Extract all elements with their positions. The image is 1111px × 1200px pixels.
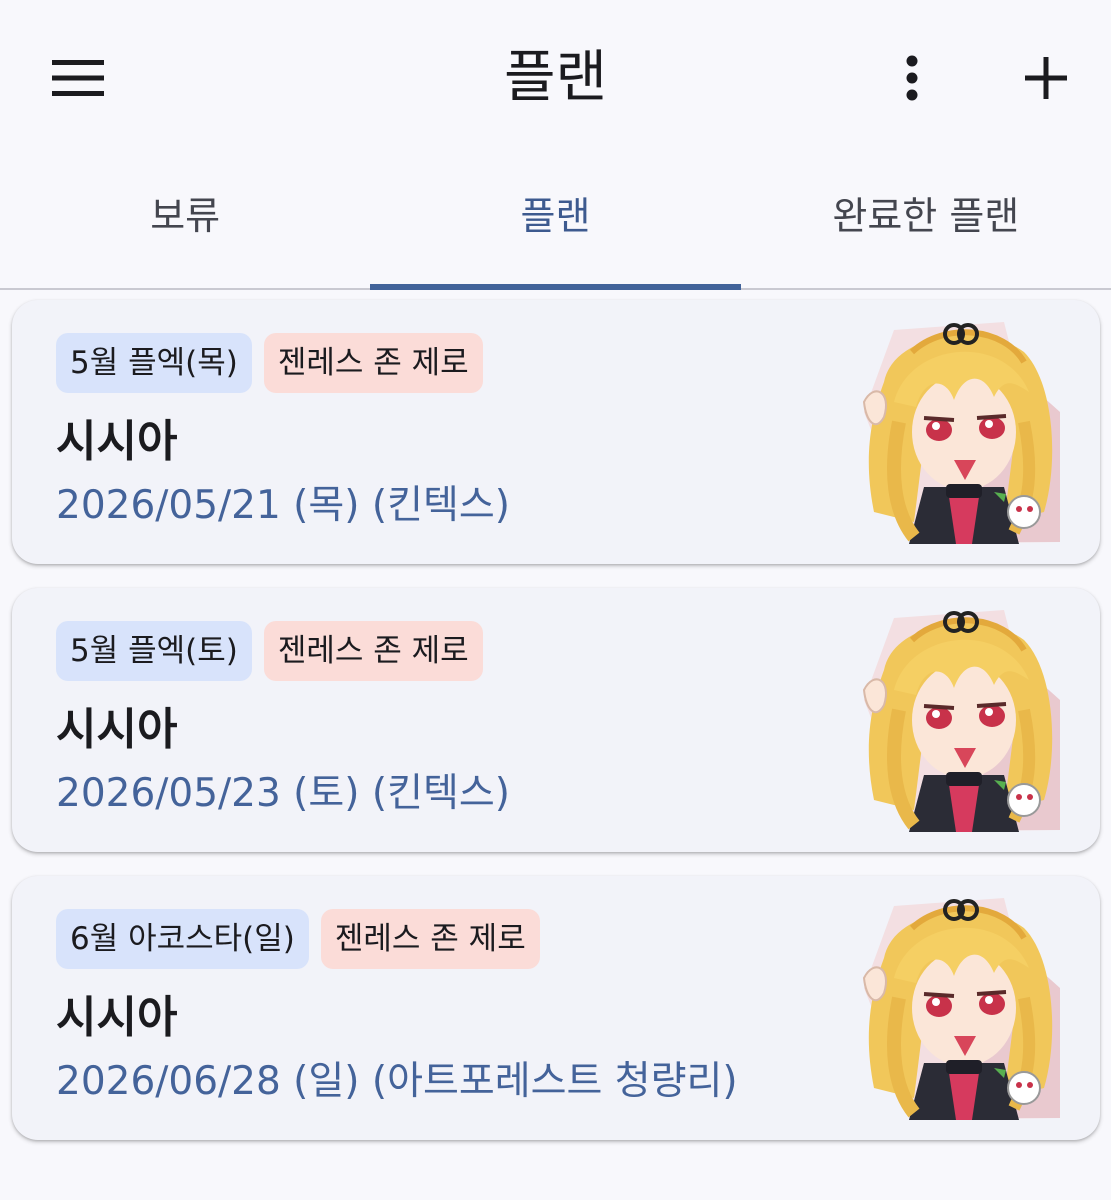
tag-row: 5월 플엑(목) 젠레스 존 제로 (56, 333, 483, 393)
tag-row: 5월 플엑(토) 젠레스 존 제로 (56, 621, 483, 681)
game-tag-chip: 젠레스 존 제로 (263, 333, 483, 393)
add-plan-button[interactable] (1010, 46, 1082, 110)
plan-card[interactable]: 6월 아코스타(일) 젠레스 존 제로 시시아 2026/06/28 (일) (… (12, 876, 1100, 1140)
tab-plans[interactable]: 플랜 (370, 160, 741, 290)
plan-list: 5월 플엑(목) 젠레스 존 제로 시시아 2026/05/21 (목) (킨텍… (12, 300, 1100, 1164)
more-vertical-icon (906, 55, 918, 101)
tab-label: 완료한 플랜 (832, 194, 1020, 238)
character-name: 시시아 (56, 704, 178, 755)
more-options-button[interactable] (880, 46, 944, 110)
character-thumbnail (854, 322, 1060, 544)
plan-date: 2026/05/23 (토) (킨텍스) (56, 771, 510, 816)
plan-date: 2026/06/28 (일) (아트포레스트 청량리) (56, 1059, 738, 1104)
plan-card[interactable]: 5월 플엑(목) 젠레스 존 제로 시시아 2026/05/21 (목) (킨텍… (12, 300, 1100, 564)
plus-icon (1025, 57, 1067, 99)
tab-completed[interactable]: 완료한 플랜 (741, 160, 1111, 288)
character-name: 시시아 (56, 992, 178, 1043)
tab-label: 플랜 (520, 194, 591, 238)
top-app-bar: 플랜 (0, 0, 1111, 160)
event-tag-chip: 6월 아코스타(일) (56, 909, 309, 969)
character-thumbnail (854, 898, 1060, 1120)
event-tag-chip: 5월 플엑(목) (56, 333, 252, 393)
active-tab-indicator (370, 284, 741, 290)
tab-bar: 보류 플랜 완료한 플랜 (0, 160, 1111, 290)
plan-date: 2026/05/21 (목) (킨텍스) (56, 483, 510, 528)
tag-row: 6월 아코스타(일) 젠레스 존 제로 (56, 909, 540, 969)
tab-label: 보류 (150, 194, 221, 238)
plans-screen: 플랜 보류 플랜 완료한 플랜 5월 플엑(목) 젠레스 존 제로 시시아 20… (0, 0, 1111, 1200)
plan-card[interactable]: 5월 플엑(토) 젠레스 존 제로 시시아 2026/05/23 (토) (킨텍… (12, 588, 1100, 852)
tab-pending[interactable]: 보류 (0, 160, 370, 288)
character-thumbnail (854, 610, 1060, 832)
page-title: 플랜 (503, 45, 608, 110)
game-tag-chip: 젠레스 존 제로 (263, 621, 483, 681)
game-tag-chip: 젠레스 존 제로 (320, 909, 540, 969)
event-tag-chip: 5월 플엑(토) (56, 621, 252, 681)
character-name: 시시아 (56, 416, 178, 467)
